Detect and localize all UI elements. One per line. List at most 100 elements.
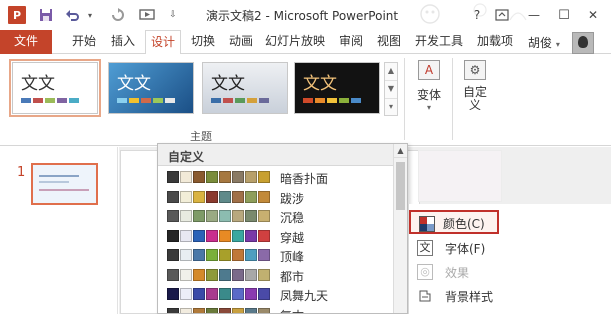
color-scheme-option[interactable]: 顶峰 (158, 246, 394, 265)
color-swatches (167, 249, 270, 261)
color-swatch (167, 307, 179, 313)
color-scheme-option[interactable]: 沉稳 (158, 207, 394, 226)
close-icon[interactable]: ✕ (586, 6, 600, 24)
tab-insert[interactable]: 插入 (106, 30, 140, 54)
customize-quick-access-icon[interactable]: ⇩ (168, 6, 178, 24)
color-swatch (219, 171, 231, 183)
color-swatch (232, 190, 244, 203)
color-swatch (245, 288, 257, 300)
color-swatch (219, 190, 231, 203)
colors-menu-item[interactable]: 颜色(C) (409, 210, 499, 234)
color-swatch (232, 171, 244, 183)
fonts-label: 字体(F) (445, 242, 486, 256)
colors-label: 颜色(C) (443, 217, 485, 231)
theme-thumbnail[interactable]: 文文 (108, 62, 194, 114)
ribbon-tabs: 文件 开始 插入 设计 切换 动画 幻灯片放映 审阅 视图 开发工具 加载项 胡… (0, 30, 611, 55)
color-swatch (232, 229, 244, 242)
slide-number: 1 (17, 165, 26, 180)
color-scheme-name: 凤舞九天 (280, 289, 329, 303)
undo-dropdown-icon[interactable]: ▾ (86, 6, 94, 24)
slide-thumbnail[interactable] (31, 163, 98, 205)
color-swatch (232, 288, 244, 300)
background-styles-label: 背景样式 (445, 290, 494, 304)
effects-menu-item[interactable]: ◎ 效果 (409, 260, 609, 284)
color-swatch (167, 288, 179, 300)
theme-thumbnail[interactable]: 文文 (202, 62, 288, 114)
scroll-up-icon[interactable]: ▲ (385, 63, 397, 81)
fonts-icon: 文 (417, 240, 433, 256)
color-swatch (258, 249, 270, 261)
scroll-thumb[interactable] (396, 162, 405, 210)
color-swatch (232, 307, 244, 313)
color-swatch (180, 190, 192, 203)
redo-icon[interactable] (110, 6, 126, 24)
ribbon-display-options-icon[interactable] (494, 6, 510, 24)
maximize-icon[interactable]: ☐ (557, 6, 571, 24)
background-styles-menu-item[interactable]: 背景样式 (409, 284, 609, 308)
color-swatches (167, 229, 270, 242)
theme-gallery-scroller[interactable]: ▲ ▼ ▾ (384, 62, 398, 116)
scroll-up-icon[interactable]: ▲ (394, 144, 407, 158)
color-swatch (258, 171, 270, 183)
color-scheme-option[interactable]: 跋涉 (158, 188, 394, 207)
tab-slideshow[interactable]: 幻灯片放映 (261, 30, 329, 54)
color-swatch (258, 268, 270, 281)
tab-design[interactable]: 设计 (145, 30, 181, 55)
color-swatch (180, 307, 192, 313)
ribbon-divider (452, 58, 453, 140)
color-swatch (219, 210, 231, 222)
color-swatches (167, 171, 270, 183)
variants-label: 变体 (416, 88, 441, 102)
color-swatch (245, 307, 257, 313)
user-name[interactable]: 胡俊 ▾ (528, 34, 560, 51)
tab-file[interactable]: 文件 (0, 30, 52, 54)
title-bar: P ▾ ⇩ 演示文稿2 - Microsoft PowerPoint ? — ☐… (0, 0, 611, 30)
theme-thumbnail[interactable]: 文文 (9, 59, 101, 117)
color-scheme-option[interactable]: 穿越 (158, 227, 394, 246)
color-swatch (219, 268, 231, 281)
color-scheme-option[interactable]: 凤舞九天 (158, 285, 394, 304)
color-swatch (245, 210, 257, 222)
color-swatch (193, 268, 205, 281)
minimize-icon[interactable]: — (527, 6, 541, 24)
color-scheme-name: 暗香扑面 (280, 172, 329, 186)
save-icon[interactable] (38, 6, 54, 24)
color-swatch (232, 210, 244, 222)
color-swatch (258, 229, 270, 242)
color-swatch (258, 307, 270, 313)
color-scheme-name: 都市 (280, 269, 305, 284)
color-scheme-name: 复古 (280, 307, 304, 314)
tab-addins[interactable]: 加载项 (472, 30, 518, 54)
tab-transitions[interactable]: 切换 (186, 30, 220, 54)
color-swatch (245, 249, 257, 261)
avatar[interactable] (572, 32, 594, 54)
variant-preview-tile[interactable] (418, 150, 502, 202)
fonts-menu-item[interactable]: 文 字体(F) (409, 236, 609, 260)
color-scheme-option[interactable]: 暗香扑面 (158, 168, 394, 187)
color-swatch (193, 229, 205, 242)
dropdown-scrollbar[interactable]: ▲ (393, 144, 407, 313)
undo-icon[interactable] (64, 6, 80, 24)
tab-developer[interactable]: 开发工具 (410, 30, 468, 54)
tab-animations[interactable]: 动画 (224, 30, 258, 54)
color-swatch (206, 190, 218, 203)
scroll-down-icon[interactable]: ▼ (385, 81, 397, 99)
tab-review[interactable]: 审阅 (334, 30, 368, 54)
help-icon[interactable]: ? (470, 6, 484, 24)
variants-icon: A (418, 60, 440, 80)
color-scheme-option[interactable]: 复古 (158, 305, 394, 314)
start-from-beginning-icon[interactable] (138, 6, 156, 24)
color-swatch (258, 210, 270, 222)
gallery-more-icon[interactable]: ▾ (385, 99, 397, 117)
variants-button[interactable]: A 变体 ▾ (409, 60, 449, 112)
theme-thumb-text: 文文 (303, 74, 337, 94)
color-scheme-name: 顶峰 (280, 250, 305, 264)
color-scheme-option[interactable]: 都市 (158, 266, 394, 285)
theme-thumbnail[interactable]: 文文 (294, 62, 380, 114)
tab-home[interactable]: 开始 (67, 30, 101, 54)
customize-button[interactable]: ⚙ 自定 义 (455, 60, 495, 112)
color-swatch (206, 268, 218, 281)
tab-view[interactable]: 视图 (372, 30, 406, 54)
color-swatch (245, 171, 257, 183)
color-swatch (245, 268, 257, 281)
